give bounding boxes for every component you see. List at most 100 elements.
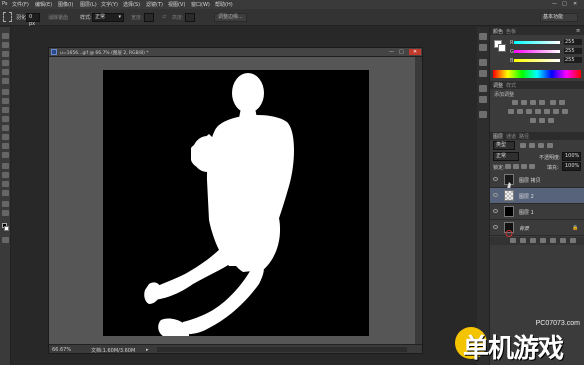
new-adjustment-icon[interactable] (540, 238, 546, 243)
zoom-tool-icon[interactable] (2, 210, 9, 216)
type-tool-icon[interactable] (2, 172, 9, 178)
layer-row-selected[interactable]: 图层 2 (490, 188, 584, 204)
menu-view[interactable]: 视图(V) (168, 1, 185, 8)
gradient-map-adjust-icon[interactable] (539, 118, 545, 123)
filter-adjustment-icon[interactable] (529, 143, 535, 148)
gradient-tool-icon[interactable] (2, 134, 9, 140)
tab-paths[interactable]: 路径 (519, 133, 529, 140)
menu-file[interactable]: 文件(F) (12, 1, 29, 8)
new-group-icon[interactable] (550, 238, 556, 243)
menu-edit[interactable]: 编辑(E) (35, 1, 52, 8)
link-layers-icon[interactable] (510, 238, 516, 243)
filter-shape-icon[interactable] (547, 143, 553, 148)
layer-row[interactable]: 背景 🔒 (490, 220, 584, 237)
actions-panel-icon[interactable] (479, 44, 487, 51)
lock-transparent-icon[interactable] (505, 164, 511, 169)
vertical-scrollbar[interactable] (415, 57, 422, 346)
clone-stamp-tool-icon[interactable] (2, 107, 9, 113)
invert-adjust-icon[interactable] (553, 109, 559, 114)
curves-adjust-icon[interactable] (530, 100, 536, 105)
layer-row[interactable]: 图层 拷贝 (490, 172, 584, 189)
document-info[interactable]: 文档:1.60M/3.60M (91, 347, 135, 354)
minimize-doc-icon[interactable]: — (389, 49, 394, 55)
threshold-adjust-icon[interactable] (530, 118, 536, 123)
pen-tool-icon[interactable] (2, 163, 9, 169)
character-panel-icon[interactable] (479, 59, 487, 66)
dodge-tool-icon[interactable] (2, 152, 9, 158)
horizontal-scrollbar[interactable] (157, 347, 407, 352)
visibility-eye-icon[interactable] (493, 177, 498, 181)
menu-layer[interactable]: 图层(L) (80, 1, 97, 8)
brush-tool-icon[interactable] (2, 98, 9, 104)
menu-image[interactable]: 图像(I) (58, 1, 73, 8)
swap-icon[interactable]: ⇄ (162, 14, 166, 20)
clone-source-panel-icon[interactable] (479, 96, 487, 103)
workspace-select[interactable]: 基本功能 (540, 13, 578, 22)
canvas[interactable] (103, 70, 369, 336)
healing-brush-tool-icon[interactable] (2, 89, 9, 95)
g-value[interactable]: 255 (564, 48, 582, 54)
menu-window[interactable]: 窗口(W) (191, 1, 210, 8)
tab-channels[interactable]: 通道 (506, 133, 516, 140)
minimize-app-icon[interactable]: — (552, 1, 557, 7)
filter-type-icon[interactable] (538, 143, 544, 148)
g-slider[interactable] (514, 50, 560, 53)
blend-mode-select[interactable]: 正常 (493, 152, 519, 161)
refine-edge-button[interactable]: 调整边缘... (214, 13, 247, 22)
tab-adjustments[interactable]: 调整 (493, 82, 503, 89)
posterize-adjust-icon[interactable] (562, 109, 568, 114)
quick-select-tool-icon[interactable] (2, 60, 9, 66)
hue-saturation-adjust-icon[interactable] (559, 100, 565, 105)
menu-type[interactable]: 文字(Y) (101, 1, 118, 8)
tab-swatches[interactable]: 色板 (506, 28, 516, 35)
visibility-eye-icon[interactable] (493, 193, 498, 197)
paragraph-panel-icon[interactable] (479, 70, 487, 77)
lock-position-icon[interactable] (521, 164, 527, 169)
hand-tool-icon[interactable] (2, 201, 9, 207)
exposure-adjust-icon[interactable] (539, 100, 545, 105)
info-panel-icon[interactable] (479, 111, 487, 118)
delete-layer-icon[interactable] (570, 238, 576, 243)
visibility-eye-icon[interactable] (493, 209, 498, 213)
black-white-adjust-icon[interactable] (517, 109, 523, 114)
brightness-adjust-icon[interactable] (512, 100, 518, 105)
shape-tool-icon[interactable] (2, 190, 9, 196)
layer-kind-filter[interactable]: 类型 (493, 141, 515, 150)
add-mask-icon[interactable] (530, 238, 536, 243)
history-panel-icon[interactable] (479, 33, 487, 40)
document-title-bar[interactable]: u=1656...gif @ 66.7% (图层 2, RGB/8) * — □… (49, 48, 422, 57)
color-balance-adjust-icon[interactable] (508, 109, 514, 114)
close-doc-icon[interactable]: ✕ (409, 49, 421, 55)
layer-row[interactable]: 图层 1 (490, 204, 584, 220)
lock-pixels-icon[interactable] (513, 164, 519, 169)
r-value[interactable]: 255 (564, 39, 582, 45)
filter-pixel-icon[interactable] (520, 143, 526, 148)
marquee-tool-icon[interactable] (3, 12, 12, 22)
panel-menu-icon[interactable]: ≡ (576, 28, 580, 34)
color-ramp[interactable] (493, 70, 581, 78)
selective-color-adjust-icon[interactable] (548, 118, 554, 123)
feather-input[interactable]: 0 px (26, 13, 40, 27)
channel-mixer-adjust-icon[interactable] (535, 109, 541, 114)
vibrance-adjust-icon[interactable] (550, 100, 556, 105)
lock-all-icon[interactable] (529, 164, 535, 169)
background-swatch[interactable] (498, 44, 506, 52)
b-value[interactable]: 255 (564, 57, 582, 63)
quick-mask-icon[interactable] (2, 237, 9, 243)
zoom-level[interactable]: 66.67% (52, 347, 71, 353)
antialias-checkbox[interactable]: 消除锯齿 (48, 14, 68, 21)
move-tool-icon[interactable] (2, 33, 9, 39)
maximize-doc-icon[interactable]: □ (399, 49, 404, 55)
r-slider[interactable] (514, 41, 560, 44)
eraser-tool-icon[interactable] (2, 125, 9, 131)
visibility-eye-icon[interactable] (493, 225, 498, 229)
crop-tool-icon[interactable] (2, 69, 9, 75)
eyedropper-tool-icon[interactable] (2, 78, 9, 84)
lasso-tool-icon[interactable] (2, 51, 9, 57)
path-select-tool-icon[interactable] (2, 181, 9, 187)
app-icon[interactable]: Ps (2, 1, 8, 7)
history-brush-tool-icon[interactable] (2, 116, 9, 122)
status-menu-arrow-icon[interactable]: ▸ (146, 347, 149, 353)
marquee-tool-icon[interactable] (2, 42, 9, 48)
photo-filter-adjust-icon[interactable] (526, 109, 532, 114)
